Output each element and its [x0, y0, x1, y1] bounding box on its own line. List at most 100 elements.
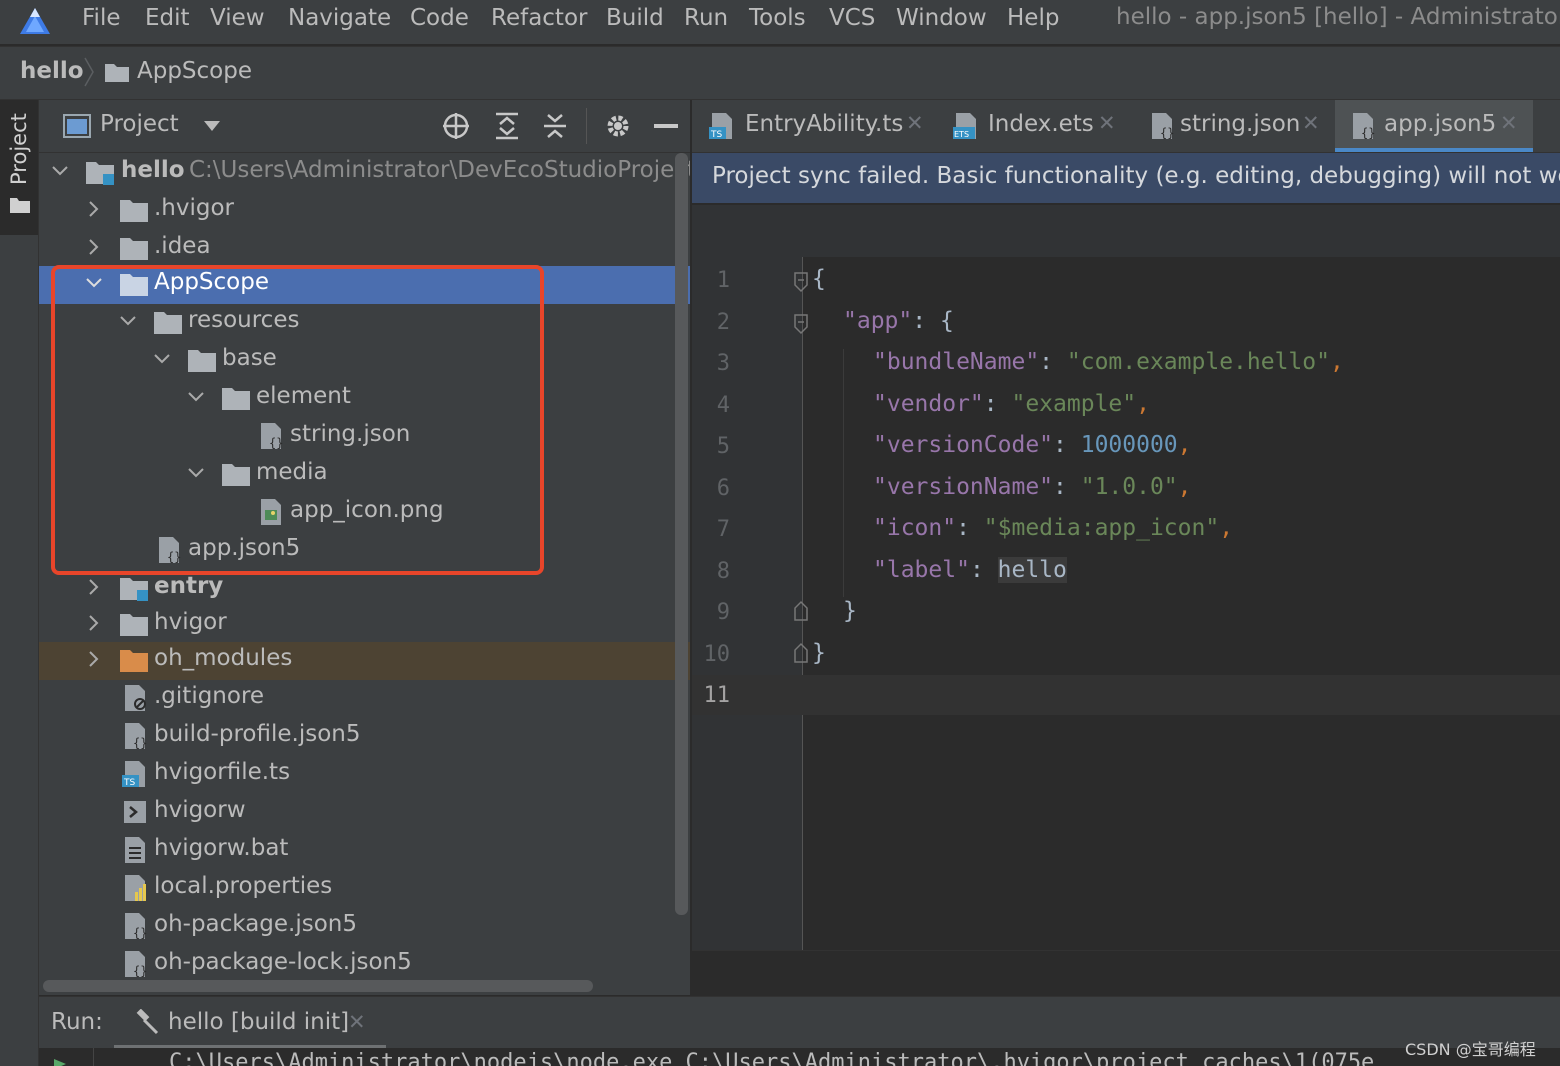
run-tab[interactable]: hello [build init] ✕: [114, 997, 386, 1049]
code-comma: ,: [1219, 515, 1234, 541]
line-number: 10: [703, 642, 731, 667]
tree-row-oh-package[interactable]: {} oh-package.json5: [39, 908, 690, 946]
tree-label: hvigorw: [154, 797, 246, 823]
tree-row-idea[interactable]: .idea: [39, 230, 690, 268]
deveco-logo-icon[interactable]: [18, 6, 52, 36]
tree-label: local.properties: [154, 873, 333, 899]
tree-row-oh-package-lock[interactable]: {} oh-package-lock.json5: [39, 946, 690, 984]
run-play-icon[interactable]: [53, 1058, 67, 1066]
svg-text:TS: TS: [123, 778, 135, 788]
tree-row-hvigor-hidden[interactable]: .hvigor: [39, 192, 690, 230]
tree-row-entry[interactable]: entry: [39, 570, 690, 608]
close-icon[interactable]: ✕: [1500, 111, 1518, 135]
chevron-right-icon[interactable]: [85, 611, 103, 635]
expand-all-icon[interactable]: [494, 112, 520, 140]
chevron-right-icon[interactable]: [85, 197, 103, 221]
tab-entryability-ts[interactable]: TS EntryAbility.ts ✕: [692, 100, 932, 152]
menu-navigate[interactable]: Navigate: [288, 5, 391, 31]
close-icon[interactable]: ✕: [906, 111, 924, 135]
menu-build[interactable]: Build: [606, 5, 664, 31]
locate-icon[interactable]: [442, 112, 470, 140]
tree-row-oh-modules[interactable]: oh_modules: [39, 642, 690, 680]
code-line: "versionCode": 1000000,: [873, 432, 1192, 458]
close-icon[interactable]: ✕: [1098, 111, 1116, 135]
tree-row-gitignore[interactable]: .gitignore: [39, 680, 690, 718]
run-tab-label: hello [build init]: [168, 1009, 350, 1035]
fold-marker-icon[interactable]: [793, 271, 809, 293]
minimize-icon[interactable]: [654, 124, 678, 128]
tree-row-hvigorw[interactable]: hvigorw: [39, 794, 690, 832]
breadcrumb-project[interactable]: hello: [20, 58, 84, 84]
collapse-all-icon[interactable]: [542, 112, 568, 140]
menu-code[interactable]: Code: [410, 5, 469, 31]
code-line: "icon": "$media:app_icon",: [873, 515, 1233, 541]
watermark: CSDN @宝哥编程: [1405, 1040, 1536, 1059]
project-stripe-tab[interactable]: Project: [0, 100, 38, 235]
excluded-folder-icon: [120, 650, 148, 672]
tree-row-hvigor[interactable]: hvigor: [39, 606, 690, 644]
folder-icon: [10, 198, 30, 213]
json-file-icon: {}: [125, 951, 147, 978]
tree-horizontal-scrollbar[interactable]: [43, 980, 593, 992]
json-file-icon: {}: [1353, 113, 1375, 140]
project-panel-title[interactable]: Project: [100, 111, 179, 137]
chevron-right-icon[interactable]: [85, 235, 103, 259]
tree-row-hvigorw-bat[interactable]: hvigorw.bat: [39, 832, 690, 870]
menu-refactor[interactable]: Refactor: [491, 5, 587, 31]
close-icon[interactable]: ✕: [1302, 111, 1320, 135]
menu-vcs[interactable]: VCS: [829, 5, 875, 31]
project-stripe-label: Project: [7, 113, 31, 185]
menu-edit[interactable]: Edit: [145, 5, 190, 31]
module-folder-icon: [120, 578, 148, 601]
tree-row-local-properties[interactable]: local.properties: [39, 870, 690, 908]
tab-string-json[interactable]: {} string.json ✕: [1140, 100, 1330, 152]
fold-end-marker-icon[interactable]: [793, 642, 809, 664]
tree-row-build-profile[interactable]: {} build-profile.json5: [39, 718, 690, 756]
folder-icon: [120, 238, 148, 260]
line-number-current: 11: [703, 683, 731, 708]
menu-file[interactable]: File: [82, 5, 121, 31]
code-line: }: [812, 640, 826, 666]
line-number: 6: [716, 476, 730, 501]
editor-breadcrumb-strip: [692, 205, 1560, 257]
chevron-down-icon[interactable]: [51, 159, 69, 183]
chevron-right-icon[interactable]: [85, 647, 103, 671]
ts-file-icon: TS: [122, 761, 145, 788]
menu-bar: File Edit View Navigate Code Refactor Bu…: [0, 0, 1560, 44]
code-key: "vendor": [873, 391, 984, 417]
code-comma: ,: [1329, 349, 1344, 375]
code-line: "bundleName": "com.example.hello",: [873, 349, 1344, 375]
folder-icon: [105, 64, 129, 82]
indent-guide: [843, 349, 844, 597]
fold-marker-icon[interactable]: [793, 313, 809, 335]
fold-end-marker-icon[interactable]: [793, 600, 809, 622]
code-token: :: [956, 515, 984, 541]
tab-app-json5[interactable]: {} app.json5 ✕: [1335, 100, 1533, 152]
tree-label: hello: [121, 157, 185, 183]
menu-view[interactable]: View: [210, 5, 265, 31]
menu-window[interactable]: Window: [896, 5, 987, 31]
chevron-right-icon[interactable]: [85, 575, 103, 599]
close-icon[interactable]: ✕: [348, 1010, 366, 1034]
gear-icon[interactable]: [604, 112, 632, 140]
text-file-icon: [125, 837, 145, 863]
tree-row-hello[interactable]: hello C:\Users\Administrator\DevEcoStudi…: [39, 154, 690, 192]
tab-index-ets[interactable]: ETS Index.ets ✕: [938, 100, 1134, 152]
run-output-area: C:\Users\Administrator\nodejs\node.exe C…: [39, 1048, 1560, 1066]
breadcrumb-folder[interactable]: AppScope: [137, 58, 252, 84]
code-string: "example": [1011, 391, 1137, 417]
chevron-down-icon[interactable]: [203, 120, 221, 132]
menu-tools[interactable]: Tools: [749, 5, 806, 31]
code-content[interactable]: 1 2 3 4 5 6 7 8 9 10 11 { "app": { "bund…: [692, 257, 1560, 950]
banner-message: Project sync failed. Basic functionality…: [712, 163, 1560, 189]
menu-help[interactable]: Help: [1007, 5, 1059, 31]
window-title: hello - app.json5 [hello] - Administrato…: [1116, 4, 1560, 30]
code-line: "app": {: [843, 308, 954, 334]
menu-run[interactable]: Run: [684, 5, 728, 31]
tree-label: .hvigor: [154, 195, 235, 221]
code-token: : {: [912, 308, 954, 334]
code-comma: ,: [1177, 432, 1192, 458]
tree-row-hvigorfile-ts[interactable]: TS hvigorfile.ts: [39, 756, 690, 794]
code-key: "label": [873, 557, 970, 583]
breadcrumb-separator-icon: [84, 57, 94, 87]
